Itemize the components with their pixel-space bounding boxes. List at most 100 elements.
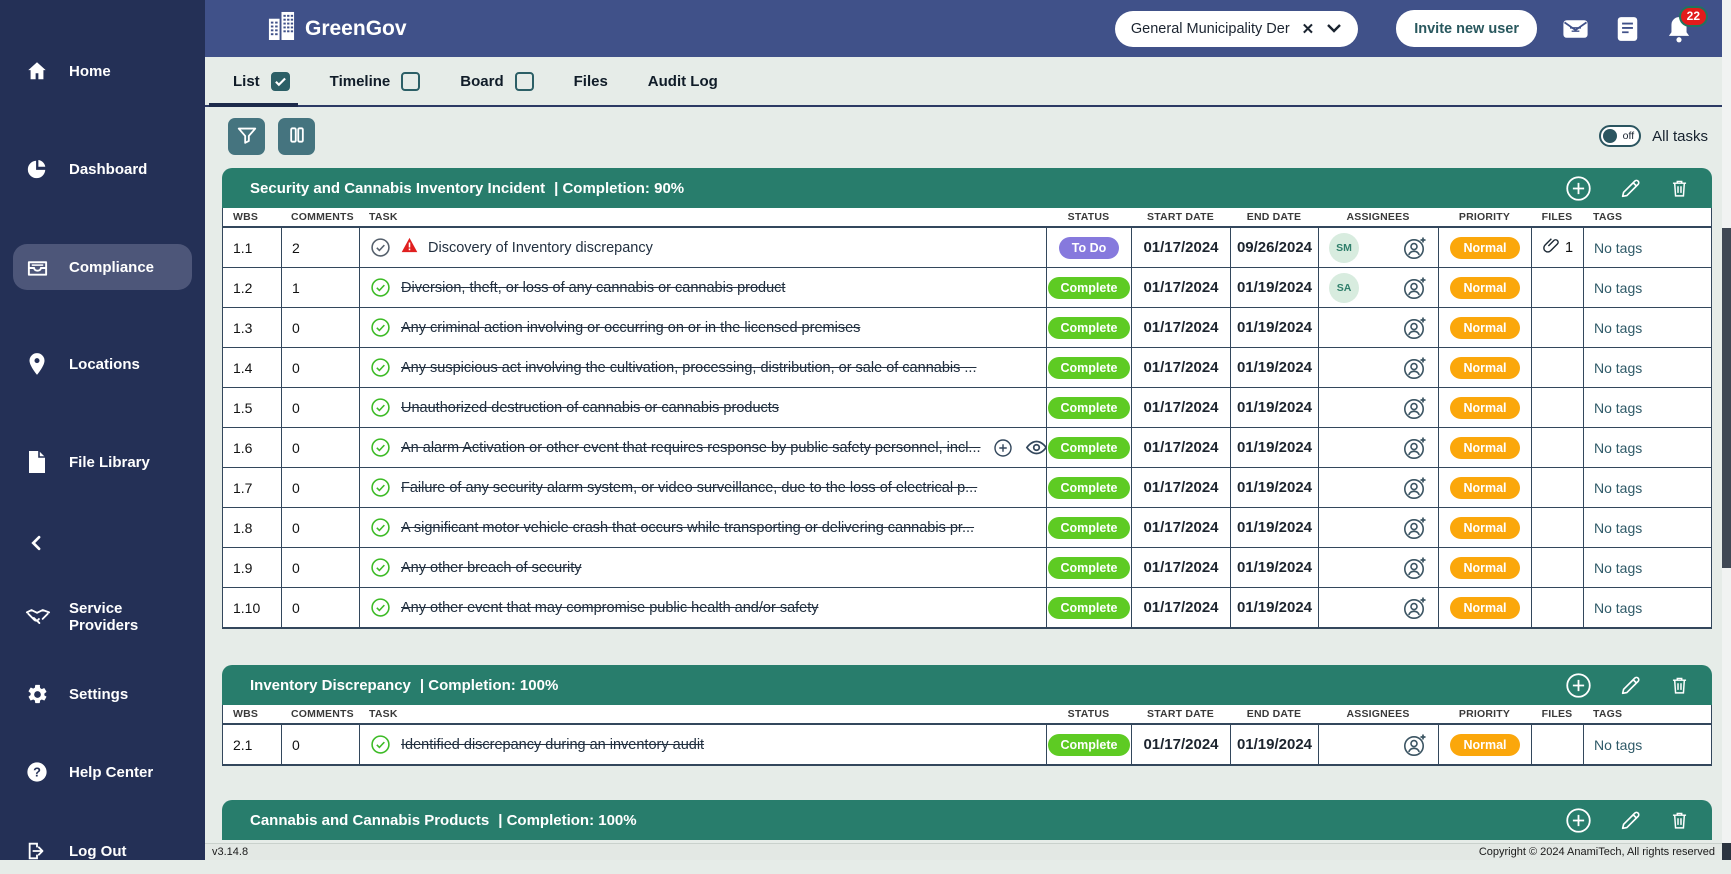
end-date-cell[interactable]: 01/19/2024	[1230, 548, 1318, 587]
status-badge[interactable]: Complete	[1047, 356, 1131, 379]
add-task-icon[interactable]	[1565, 672, 1592, 699]
organization-selector[interactable]: General Municipality Der ✕	[1114, 10, 1359, 47]
tab-audit-log[interactable]: Audit Log	[648, 57, 718, 105]
tab-board[interactable]: Board	[460, 57, 534, 105]
add-assignee-icon[interactable]	[1402, 732, 1428, 758]
status-badge[interactable]: Complete	[1047, 436, 1131, 459]
end-date-cell[interactable]: 01/19/2024	[1230, 588, 1318, 627]
sidebar-item-dashboard[interactable]: Dashboard	[13, 146, 192, 192]
task-check-icon[interactable]	[370, 477, 391, 498]
tags-cell[interactable]: No tags	[1583, 228, 1713, 267]
scrollbar-thumb[interactable]	[1722, 228, 1731, 568]
end-date-cell[interactable]: 01/19/2024	[1230, 308, 1318, 347]
tab-files[interactable]: Files	[574, 57, 608, 105]
priority-badge[interactable]: Normal	[1450, 396, 1520, 419]
status-badge[interactable]: Complete	[1047, 596, 1131, 619]
priority-badge[interactable]: Normal	[1450, 596, 1520, 619]
sidebar-item-help-center[interactable]: ? Help Center	[13, 749, 192, 795]
start-date-cell[interactable]: 01/17/2024	[1131, 308, 1230, 347]
priority-badge[interactable]: Normal	[1450, 556, 1520, 579]
sidebar-item-file-library[interactable]: File Library	[13, 439, 192, 485]
tags-cell[interactable]: No tags	[1583, 548, 1713, 587]
status-badge[interactable]: Complete	[1047, 396, 1131, 419]
checkbox-timeline[interactable]	[401, 71, 421, 91]
end-date-cell[interactable]: 01/19/2024	[1230, 428, 1318, 467]
task-check-icon[interactable]	[370, 277, 391, 298]
x-icon[interactable]: ✕	[1302, 20, 1315, 38]
end-date-cell[interactable]: 01/19/2024	[1230, 508, 1318, 547]
sidebar-item-settings[interactable]: Settings	[13, 671, 192, 717]
add-subtask-icon[interactable]	[993, 438, 1013, 458]
tags-cell[interactable]: No tags	[1583, 308, 1713, 347]
tags-cell[interactable]: No tags	[1583, 388, 1713, 427]
add-assignee-icon[interactable]	[1402, 475, 1428, 501]
task-check-icon[interactable]	[370, 317, 391, 338]
filter-button[interactable]	[228, 117, 265, 155]
tags-cell[interactable]: No tags	[1583, 428, 1713, 467]
task-check-icon[interactable]	[370, 734, 391, 755]
task-title[interactable]: Any criminal action involving or occurri…	[401, 320, 860, 336]
edit-section-icon[interactable]	[1619, 674, 1642, 697]
task-title[interactable]: An alarm Activation or other event that …	[401, 440, 981, 456]
tab-timeline[interactable]: Timeline	[330, 57, 421, 105]
add-assignee-icon[interactable]	[1402, 315, 1428, 341]
task-title[interactable]: Diversion, theft, or loss of any cannabi…	[401, 280, 785, 296]
add-assignee-icon[interactable]	[1402, 555, 1428, 581]
all-tasks-toggle[interactable]: off	[1599, 125, 1642, 147]
end-date-cell[interactable]: 01/19/2024	[1230, 348, 1318, 387]
tags-cell[interactable]: No tags	[1583, 588, 1713, 627]
edit-section-icon[interactable]	[1619, 177, 1642, 200]
mail-icon[interactable]	[1561, 15, 1589, 43]
sidebar-item-compliance[interactable]: Compliance	[13, 244, 192, 290]
priority-badge[interactable]: Normal	[1450, 516, 1520, 539]
start-date-cell[interactable]: 01/17/2024	[1131, 228, 1230, 267]
add-assignee-icon[interactable]	[1402, 275, 1428, 301]
sidebar-item-home[interactable]: Home	[13, 48, 192, 94]
tags-cell[interactable]: No tags	[1583, 508, 1713, 547]
add-assignee-icon[interactable]	[1402, 595, 1428, 621]
start-date-cell[interactable]: 01/17/2024	[1131, 468, 1230, 507]
status-badge[interactable]: Complete	[1047, 476, 1131, 499]
delete-section-icon[interactable]	[1669, 177, 1690, 199]
task-check-icon[interactable]	[370, 437, 391, 458]
add-task-icon[interactable]	[1565, 807, 1592, 834]
checkbox-list[interactable]	[270, 71, 290, 91]
priority-badge[interactable]: Normal	[1450, 436, 1520, 459]
start-date-cell[interactable]: 01/17/2024	[1131, 725, 1230, 764]
priority-badge[interactable]: Normal	[1450, 733, 1520, 756]
priority-badge[interactable]: Normal	[1450, 236, 1520, 259]
vertical-scrollbar[interactable]	[1722, 0, 1731, 860]
add-assignee-icon[interactable]	[1402, 395, 1428, 421]
start-date-cell[interactable]: 01/17/2024	[1131, 508, 1230, 547]
task-check-icon[interactable]	[370, 517, 391, 538]
task-title[interactable]: Identified discrepancy during an invento…	[401, 737, 704, 753]
tab-list[interactable]: List	[209, 57, 298, 107]
delete-section-icon[interactable]	[1669, 809, 1690, 831]
task-title[interactable]: Any suspicious act involving the cultiva…	[401, 360, 976, 376]
sidebar-collapse-button[interactable]	[13, 520, 192, 566]
start-date-cell[interactable]: 01/17/2024	[1131, 388, 1230, 427]
task-check-icon[interactable]	[370, 597, 391, 618]
status-badge[interactable]: Complete	[1047, 556, 1131, 579]
priority-badge[interactable]: Normal	[1450, 356, 1520, 379]
status-badge[interactable]: Complete	[1047, 316, 1131, 339]
priority-badge[interactable]: Normal	[1450, 316, 1520, 339]
status-badge[interactable]: Complete	[1047, 276, 1131, 299]
tags-cell[interactable]: No tags	[1583, 468, 1713, 507]
checkbox-board[interactable]	[514, 71, 534, 91]
task-check-icon[interactable]	[370, 557, 391, 578]
task-title[interactable]: Failure of any security alarm system, or…	[401, 480, 977, 496]
start-date-cell[interactable]: 01/17/2024	[1131, 548, 1230, 587]
task-title[interactable]: Any other event that may compromise publ…	[401, 600, 819, 616]
priority-badge[interactable]: Normal	[1450, 476, 1520, 499]
notes-icon[interactable]	[1613, 15, 1641, 43]
sidebar-item-log-out[interactable]: Log Out	[13, 828, 192, 874]
end-date-cell[interactable]: 01/19/2024	[1230, 725, 1318, 764]
task-title[interactable]: Unauthorized destruction of cannabis or …	[401, 400, 779, 416]
end-date-cell[interactable]: 01/19/2024	[1230, 268, 1318, 307]
task-title[interactable]: A significant motor vehicle crash that o…	[401, 520, 974, 536]
invite-new-user-button[interactable]: Invite new user	[1396, 10, 1537, 47]
priority-badge[interactable]: Normal	[1450, 276, 1520, 299]
start-date-cell[interactable]: 01/17/2024	[1131, 348, 1230, 387]
end-date-cell[interactable]: 01/19/2024	[1230, 468, 1318, 507]
